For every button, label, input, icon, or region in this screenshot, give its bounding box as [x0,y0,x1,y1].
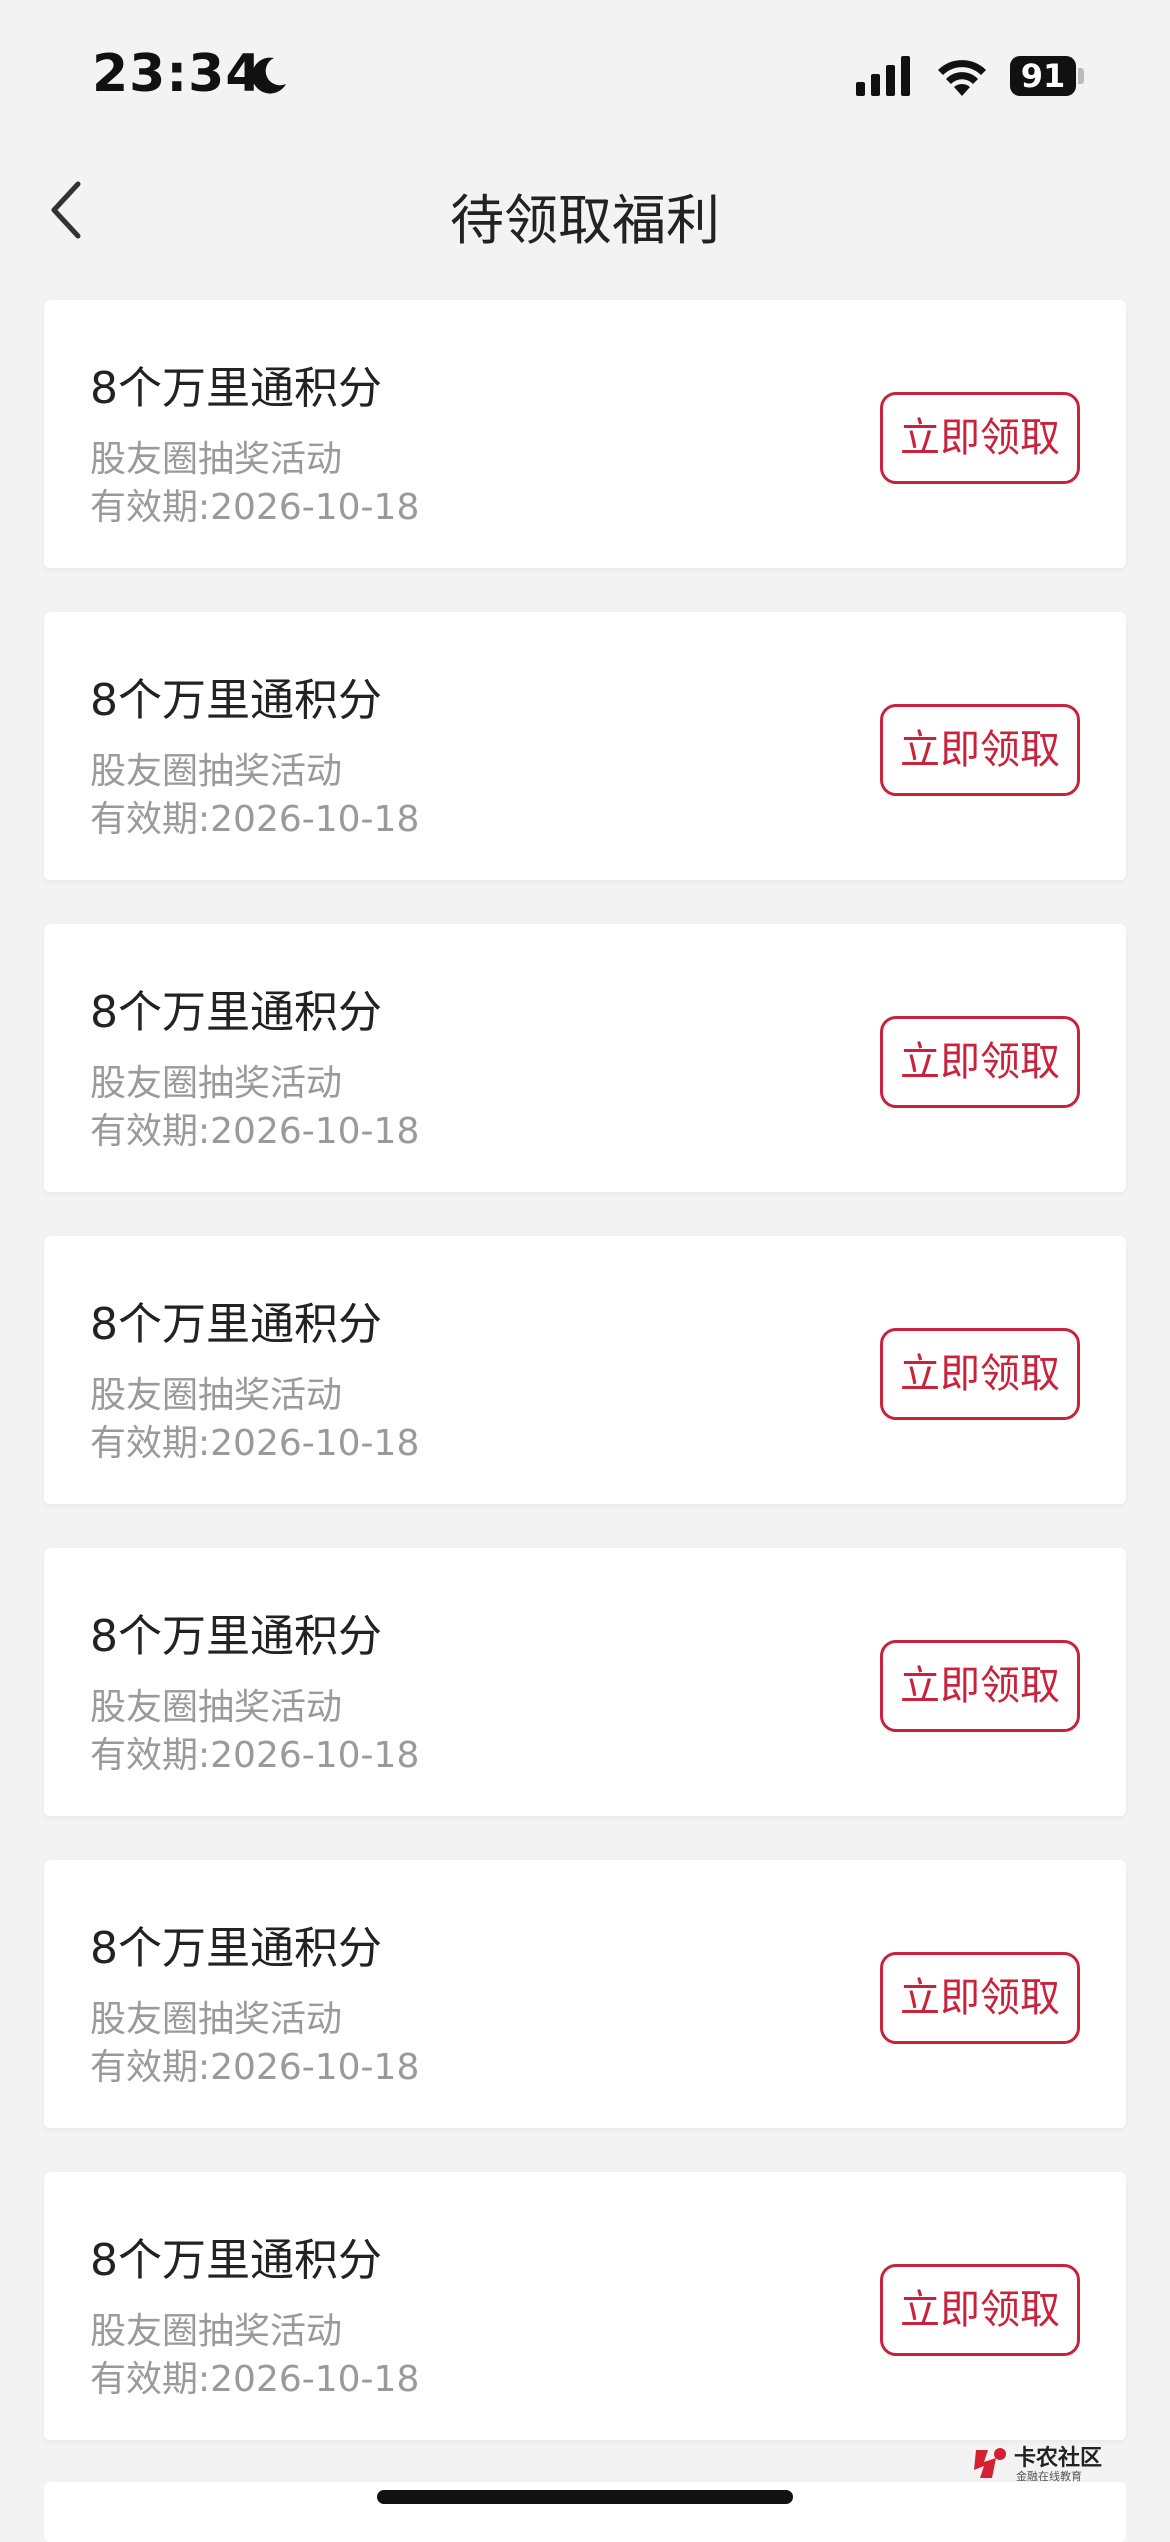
reward-source: 股友圈抽奖活动 [90,1687,343,1728]
reward-card: 8个万里通积分 股友圈抽奖活动 有效期:2026-10-18 立即领取 [44,924,1126,1192]
home-indicator[interactable] [377,2490,793,2504]
claim-button[interactable]: 立即领取 [880,1640,1080,1732]
reward-expiry: 有效期:2026-10-18 [90,2047,420,2088]
reward-title: 8个万里通积分 [90,2235,382,2286]
reward-card: 8个万里通积分 股友圈抽奖活动 有效期:2026-10-18 立即领取 [44,1548,1126,1816]
wifi-icon [938,60,986,96]
reward-expiry: 有效期:2026-10-18 [90,1423,420,1464]
watermark-logo: 卡农社区 金融在线教育 [970,2440,1120,2490]
reward-source: 股友圈抽奖活动 [90,439,343,480]
battery-icon: 91 [1010,56,1076,96]
reward-source: 股友圈抽奖活动 [90,1375,343,1416]
nav-bar: 待领取福利 [0,150,1170,270]
reward-expiry: 有效期:2026-10-18 [90,2359,420,2400]
page-title: 待领取福利 [450,189,720,252]
reward-expiry: 有效期:2026-10-18 [90,799,420,840]
reward-title: 8个万里通积分 [90,1923,382,1974]
kanong-logo-icon [974,2448,1006,2478]
reward-card: 8个万里通积分 股友圈抽奖活动 有效期:2026-10-18 立即领取 [44,612,1126,880]
status-time: 23:34 [92,44,263,104]
battery-tip [1078,68,1084,84]
claim-button[interactable]: 立即领取 [880,392,1080,484]
reward-expiry: 有效期:2026-10-18 [90,1735,420,1776]
moon-icon [252,57,286,94]
cellular-signal-icon [856,56,910,96]
reward-card: 8个万里通积分 股友圈抽奖活动 有效期:2026-10-18 立即领取 [44,1236,1126,1504]
watermark-subtitle: 金融在线教育 [1016,2470,1082,2483]
reward-list: 8个万里通积分 股友圈抽奖活动 有效期:2026-10-18 立即领取 8个万里… [44,300,1126,2484]
reward-source: 股友圈抽奖活动 [90,1063,343,1104]
claim-button[interactable]: 立即领取 [880,1952,1080,2044]
reward-source: 股友圈抽奖活动 [90,1999,343,2040]
reward-expiry: 有效期:2026-10-18 [90,1111,420,1152]
reward-source: 股友圈抽奖活动 [90,751,343,792]
reward-title: 8个万里通积分 [90,363,382,414]
claim-button[interactable]: 立即领取 [880,2264,1080,2356]
reward-card: 8个万里通积分 股友圈抽奖活动 有效期:2026-10-18 立即领取 [44,300,1126,568]
reward-source: 股友圈抽奖活动 [90,2311,343,2352]
claim-button[interactable]: 立即领取 [880,704,1080,796]
reward-title: 8个万里通积分 [90,1299,382,1350]
reward-expiry: 有效期:2026-10-18 [90,487,420,528]
claim-button[interactable]: 立即领取 [880,1328,1080,1420]
reward-title: 8个万里通积分 [90,1611,382,1662]
status-bar: 23:34 91 [0,0,1170,150]
claim-button[interactable]: 立即领取 [880,1016,1080,1108]
reward-card: 8个万里通积分 股友圈抽奖活动 有效期:2026-10-18 立即领取 [44,1860,1126,2128]
reward-title: 8个万里通积分 [90,987,382,1038]
reward-card: 8个万里通积分 股友圈抽奖活动 有效期:2026-10-18 立即领取 [44,2172,1126,2440]
reward-title: 8个万里通积分 [90,675,382,726]
